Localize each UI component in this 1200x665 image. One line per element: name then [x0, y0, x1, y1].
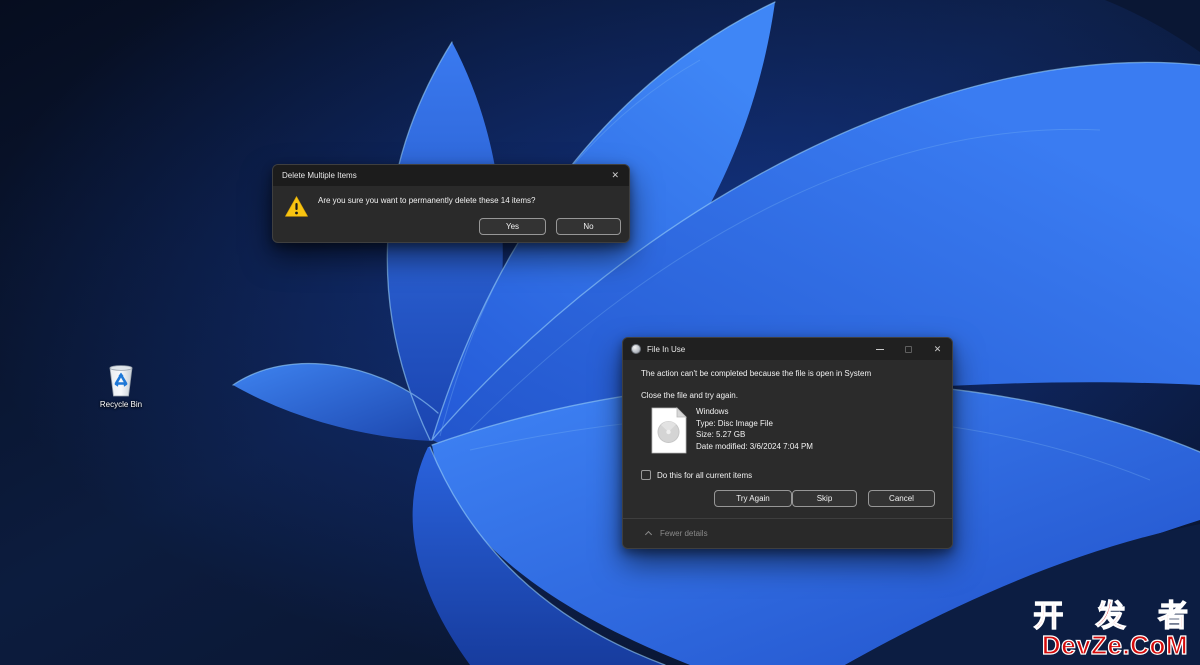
- disc-image-file-icon: [651, 407, 687, 454]
- fiu-message-line2: Close the file and try again.: [641, 391, 738, 400]
- fiu-dialog-titlebar: File In Use ✕: [623, 338, 952, 360]
- minimize-button[interactable]: [865, 338, 894, 360]
- warning-icon: [284, 195, 309, 218]
- bloom-wallpaper-graphic: [0, 0, 1200, 665]
- watermark-site: DevZe.CoM: [1033, 632, 1188, 659]
- delete-multiple-items-dialog: Delete Multiple Items ✕ Are you sure you…: [272, 164, 630, 243]
- skip-button[interactable]: Skip: [792, 490, 857, 507]
- file-in-use-dialog: File In Use ✕ The action can't be comple…: [622, 337, 953, 549]
- file-name: Windows: [696, 406, 813, 418]
- window-controls: ✕: [865, 338, 952, 360]
- delete-dialog-title: Delete Multiple Items: [282, 171, 357, 180]
- maximize-icon: [905, 346, 912, 353]
- do-for-all-checkbox-row[interactable]: Do this for all current items: [641, 470, 752, 480]
- fiu-message-line1: The action can't be completed because th…: [641, 369, 871, 378]
- watermark: 开 发 者 DevZe.CoM: [1033, 602, 1188, 659]
- minimize-icon: [876, 349, 884, 350]
- file-date-modified: Date modified: 3/6/2024 7:04 PM: [696, 441, 813, 453]
- chevron-up-icon: [645, 531, 652, 538]
- do-for-all-checkbox[interactable]: [641, 470, 651, 480]
- cancel-button[interactable]: Cancel: [868, 490, 935, 507]
- no-button[interactable]: No: [556, 218, 621, 235]
- file-size: Size: 5.27 GB: [696, 429, 813, 441]
- recycle-bin-label: Recycle Bin: [91, 400, 151, 409]
- fewer-details-label: Fewer details: [660, 529, 708, 538]
- close-icon: ✕: [934, 345, 942, 354]
- delete-confirm-message: Are you sure you want to permanently del…: [318, 196, 535, 205]
- file-type: Type: Disc Image File: [696, 418, 813, 430]
- desktop-wallpaper: [0, 0, 1200, 665]
- recycle-bin-desktop-icon[interactable]: Recycle Bin: [91, 363, 151, 409]
- maximize-button[interactable]: [894, 338, 923, 360]
- watermark-chinese: 开 发 者: [1033, 602, 1200, 633]
- fiu-dialog-title: File In Use: [647, 345, 685, 354]
- file-details: Windows Type: Disc Image File Size: 5.27…: [696, 406, 813, 452]
- try-again-button[interactable]: Try Again: [714, 490, 792, 507]
- file-operation-icon: [631, 344, 641, 354]
- delete-dialog-titlebar: Delete Multiple Items ✕: [273, 165, 629, 186]
- fewer-details-expander[interactable]: Fewer details: [623, 519, 952, 548]
- close-icon[interactable]: ✕: [611, 171, 619, 180]
- yes-button[interactable]: Yes: [479, 218, 546, 235]
- do-for-all-checkbox-label: Do this for all current items: [657, 471, 752, 480]
- close-button[interactable]: ✕: [923, 338, 952, 360]
- recycle-bin-icon: [107, 363, 135, 398]
